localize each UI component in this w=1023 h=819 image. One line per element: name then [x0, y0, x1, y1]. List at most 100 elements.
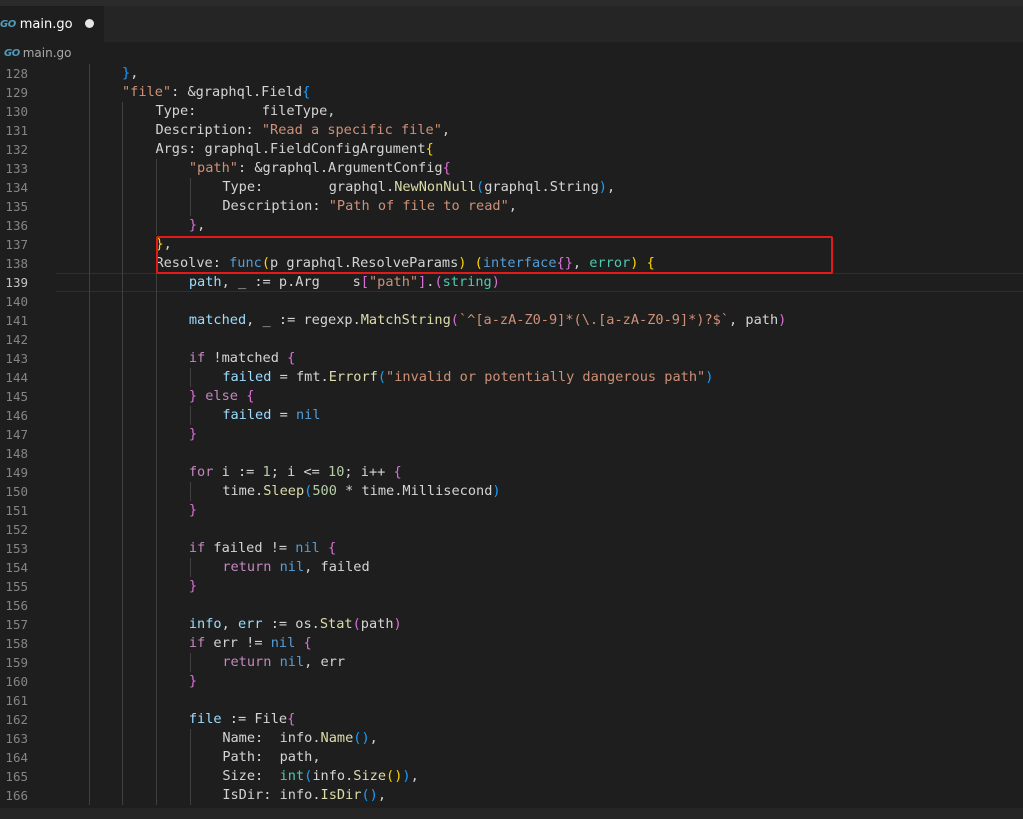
code-token: ): [402, 768, 411, 784]
code-line[interactable]: 154 return nil, failed: [0, 558, 1023, 577]
code-line[interactable]: 162 file := File{: [0, 710, 1023, 729]
code-text: Name: info.Name(),: [222, 729, 378, 748]
breadcrumb: GO main.go: [0, 42, 1023, 64]
code-token: = fmt.: [271, 369, 329, 385]
code-token: : &graphql.ArgumentConfig: [237, 160, 443, 176]
indent-guide: [122, 710, 123, 729]
code-line[interactable]: 147}: [0, 425, 1023, 444]
code-line[interactable]: 152: [0, 520, 1023, 539]
code-token: {: [287, 350, 296, 366]
code-token: file: [188, 711, 222, 727]
code-line[interactable]: 146 failed = nil: [0, 406, 1023, 425]
code-line[interactable]: 156: [0, 596, 1023, 615]
code-line[interactable]: 130 Type: fileType,: [0, 102, 1023, 121]
code-token: {: [393, 464, 402, 480]
code-text: failed = nil: [222, 406, 320, 425]
code-token: Args: graphql.FieldConfigArgument: [155, 141, 426, 157]
code-line[interactable]: 165 Size: int(info.Size()),: [0, 767, 1023, 786]
code-line[interactable]: 161: [0, 691, 1023, 710]
indent-guide: [89, 729, 90, 748]
code-line[interactable]: 159 return nil, err: [0, 653, 1023, 672]
tab-main-go[interactable]: GO main.go: [0, 6, 105, 42]
code-token: if: [188, 540, 206, 556]
indent-guide: [122, 463, 123, 482]
code-token: 500: [312, 483, 337, 499]
indent-guide: [190, 368, 191, 387]
code-text: Size: int(info.Size()),: [222, 767, 418, 786]
code-token: info.: [312, 768, 354, 784]
indent-guide: [89, 425, 90, 444]
code-line[interactable]: 129 "file": &graphql.Field{: [0, 83, 1023, 102]
code-text: if err != nil {: [189, 634, 312, 653]
code-editor[interactable]: 128}, 129 "file": &graphql.Field{130 Type: …: [0, 64, 1023, 808]
indent-guide: [89, 121, 90, 140]
code-token: }: [188, 426, 198, 442]
code-token: Size: [353, 768, 387, 784]
indent-guide: [190, 197, 191, 216]
indent-guide: [122, 653, 123, 672]
code-token: Type: fileType,: [155, 103, 336, 119]
code-line[interactable]: 139 path, _ := p.Arg s["path"].(string): [0, 273, 1023, 292]
code-line[interactable]: 145} else {: [0, 387, 1023, 406]
indent-guide: [122, 121, 123, 140]
code-token: matched: [188, 312, 247, 328]
code-token: * time.Millisecond: [336, 483, 493, 499]
code-line[interactable]: 148: [0, 444, 1023, 463]
code-line[interactable]: 163 Name: info.Name(),: [0, 729, 1023, 748]
code-token: {: [246, 388, 255, 404]
code-line[interactable]: 128},: [0, 64, 1023, 83]
code-line[interactable]: 166 IsDir: info.IsDir(),: [0, 786, 1023, 805]
indent-guide: [156, 539, 157, 558]
code-line[interactable]: 136},: [0, 216, 1023, 235]
indent-guide: [156, 178, 157, 197]
code-token: }: [188, 502, 198, 518]
indent-guide: [122, 786, 123, 805]
code-line[interactable]: 133 "path": &graphql.ArgumentConfig{: [0, 159, 1023, 178]
breadcrumb-file[interactable]: main.go: [23, 46, 72, 60]
code-line[interactable]: 158 if err != nil {: [0, 634, 1023, 653]
code-line[interactable]: 157 info, err := os.Stat(path): [0, 615, 1023, 634]
line-number: 161: [5, 693, 28, 708]
indent-guide: [190, 558, 191, 577]
line-number: 166: [5, 788, 28, 803]
code-line[interactable]: 132 Args: graphql.FieldConfigArgument{: [0, 140, 1023, 159]
unsaved-changes-dot-icon[interactable]: [85, 19, 94, 28]
code-token: else: [205, 388, 238, 404]
code-line[interactable]: 164 Path: path,: [0, 748, 1023, 767]
code-text: return nil, failed: [222, 558, 369, 577]
code-line[interactable]: 141 matched, _ := regexp.MatchString(`^[a…: [0, 311, 1023, 330]
indent-guide: [122, 444, 123, 463]
code-line[interactable]: 143 if !matched {: [0, 349, 1023, 368]
code-line[interactable]: 151}: [0, 501, 1023, 520]
code-token: ,: [508, 198, 517, 214]
code-line[interactable]: 149 for i := 1; i <= 10; i++ {: [0, 463, 1023, 482]
line-number: 157: [5, 617, 28, 632]
code-line[interactable]: 135 Description: "Path of file to read",: [0, 197, 1023, 216]
code-text: IsDir: info.IsDir(),: [222, 786, 386, 805]
code-line[interactable]: 142: [0, 330, 1023, 349]
code-line[interactable]: 144 failed = fmt.Errorf("invalid or poten…: [0, 368, 1023, 387]
horizontal-scrollbar[interactable]: [0, 808, 1023, 819]
code-line[interactable]: 131 Description: "Read a specific file",: [0, 121, 1023, 140]
indent-guide: [190, 406, 191, 425]
indent-guide: [122, 235, 123, 254]
code-line[interactable]: 160}: [0, 672, 1023, 691]
indent-guide: [156, 596, 157, 615]
code-line[interactable]: 134 Type: graphql.NewNonNull(graphql.Stri…: [0, 178, 1023, 197]
indent-guide: [122, 197, 123, 216]
indent-guide: [122, 596, 123, 615]
code-token: }: [188, 673, 198, 689]
code-line[interactable]: 140: [0, 292, 1023, 311]
line-number: 145: [5, 389, 28, 404]
code-token: ): [393, 616, 402, 632]
line-number: 165: [5, 769, 28, 784]
line-number: 143: [5, 351, 28, 366]
indent-guide: [156, 368, 157, 387]
indent-guide: [156, 349, 157, 368]
code-token: ; i <=: [270, 464, 329, 480]
code-line[interactable]: 155}: [0, 577, 1023, 596]
code-text: failed = fmt.Errorf("invalid or potentia…: [222, 368, 713, 387]
code-line[interactable]: 150 time.Sleep(500 * time.Millisecond): [0, 482, 1023, 501]
code-line[interactable]: 153 if failed != nil {: [0, 539, 1023, 558]
